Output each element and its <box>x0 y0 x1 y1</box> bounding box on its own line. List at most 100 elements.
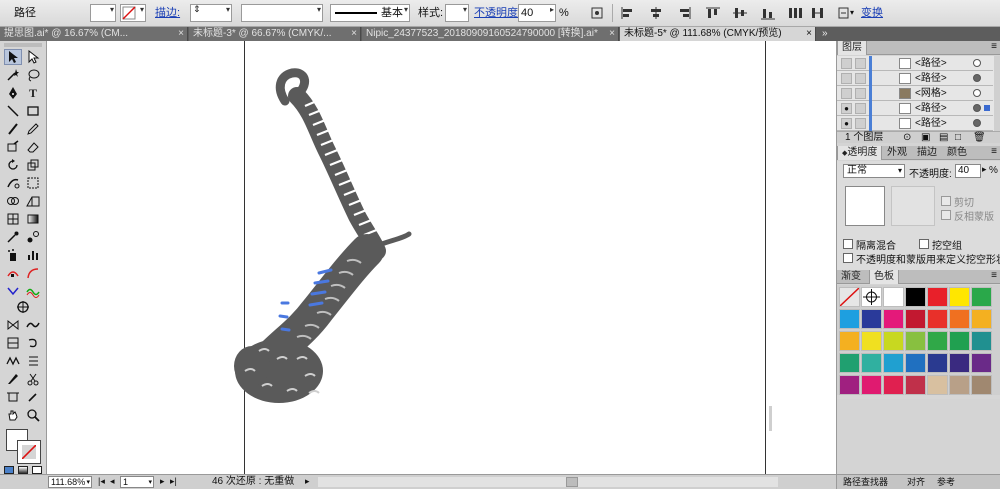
panel-menu-icon[interactable]: ≡ <box>991 146 997 157</box>
color-swatch[interactable] <box>971 287 992 307</box>
list-lines-icon[interactable] <box>24 353 42 369</box>
lock-icon[interactable] <box>855 73 866 84</box>
make-clipping-mask-icon[interactable]: ▣ <box>921 132 930 144</box>
variable-width-profile[interactable]: ▾ <box>241 4 323 22</box>
mask-thumbnail[interactable] <box>891 186 935 226</box>
layer-row[interactable]: <网格> <box>837 86 993 101</box>
align-bottom-icon[interactable] <box>760 6 776 20</box>
color-swatch[interactable] <box>839 331 860 351</box>
color-swatch[interactable] <box>971 375 992 395</box>
target-icon[interactable] <box>973 119 981 127</box>
tab-doc-2[interactable]: 未标题-3* @ 66.67% (CMYK/... × <box>189 27 361 41</box>
visibility-icon[interactable] <box>841 88 852 99</box>
color-swatch[interactable] <box>905 375 926 395</box>
new-layer-icon[interactable]: □ <box>955 132 961 144</box>
align-middle-icon[interactable] <box>732 6 748 20</box>
lock-icon[interactable] <box>855 88 866 99</box>
color-swatch[interactable] <box>927 287 948 307</box>
panel-menu-icon[interactable]: ≡ <box>991 270 997 281</box>
visibility-icon[interactable] <box>841 58 852 69</box>
color-swatch[interactable] <box>839 353 860 373</box>
type-tool-icon[interactable]: T <box>24 85 42 101</box>
color-swatch[interactable] <box>927 375 948 395</box>
zigzag-tool-icon[interactable] <box>4 353 22 369</box>
layer-row[interactable]: ● <路径> <box>837 101 993 116</box>
clip-checkbox[interactable] <box>941 196 951 206</box>
target-icon[interactable] <box>973 74 981 82</box>
visibility-icon[interactable]: ● <box>841 118 852 129</box>
align-center-icon[interactable] <box>648 6 664 20</box>
eyedropper-tool-icon[interactable] <box>4 229 22 245</box>
knockout-group-checkbox[interactable] <box>919 239 929 249</box>
recolor-artwork-icon[interactable] <box>590 6 606 20</box>
anchor-point-red-icon[interactable] <box>4 265 22 281</box>
color-swatch[interactable] <box>949 309 970 329</box>
stroke-weight-input[interactable]: ⇕ ▾ <box>190 4 232 22</box>
opacity-mask-knockout-checkbox[interactable] <box>843 253 853 263</box>
color-swatch[interactable] <box>971 353 992 373</box>
rotate-tool-icon[interactable] <box>4 157 22 173</box>
stroke-swatch[interactable] <box>17 440 41 464</box>
zoom-tool-icon[interactable] <box>24 407 42 423</box>
distribute-horizontal-icon[interactable] <box>810 6 826 20</box>
color-swatch[interactable] <box>971 331 992 351</box>
color-swatch[interactable] <box>861 331 882 351</box>
tab-color[interactable]: 颜色 <box>943 146 971 160</box>
transform-link[interactable]: 变换 <box>861 4 883 22</box>
visibility-icon[interactable] <box>841 73 852 84</box>
stroke-color-box[interactable]: ▾ <box>120 4 146 22</box>
first-page-icon[interactable]: |◂ <box>98 476 105 487</box>
zoom-select[interactable]: 111.68% ▾ <box>48 476 92 488</box>
locate-object-icon[interactable]: ⊙ <box>903 132 911 144</box>
color-swatch[interactable] <box>861 375 882 395</box>
status-menu-icon[interactable]: ▸ <box>305 476 310 487</box>
tab-doc-1[interactable]: 提思图.ai* @ 16.67% (CM... × <box>0 27 188 41</box>
brush-definition[interactable]: 基本 ▾ <box>330 4 410 22</box>
isolate-blending-checkbox[interactable] <box>843 239 853 249</box>
color-swatch[interactable] <box>839 309 860 329</box>
fill-color-box[interactable]: ▾ <box>90 4 116 22</box>
color-swatch[interactable] <box>905 331 926 351</box>
tab-swatches[interactable]: 色板 <box>869 270 899 284</box>
magic-wand-tool-icon[interactable] <box>4 67 22 83</box>
gradient-mode-icon[interactable] <box>18 466 28 474</box>
close-icon[interactable]: × <box>351 27 357 41</box>
close-icon[interactable]: × <box>609 27 615 41</box>
blend-tool-icon[interactable] <box>24 229 42 245</box>
shape-builder-tool-icon[interactable] <box>4 193 22 209</box>
vertical-scroll-thumb[interactable] <box>769 406 772 431</box>
color-swatch[interactable] <box>949 287 970 307</box>
color-swatch[interactable] <box>883 331 904 351</box>
none-mode-icon[interactable] <box>32 466 42 474</box>
color-swatch[interactable] <box>905 287 926 307</box>
registration-swatch[interactable] <box>861 287 882 307</box>
crosshair-target-icon[interactable] <box>14 299 32 315</box>
wave-green-icon[interactable] <box>24 283 42 299</box>
panel-menu-icon[interactable]: ≡ <box>991 41 997 52</box>
align-left-icon[interactable] <box>620 6 636 20</box>
color-swatch[interactable] <box>883 353 904 373</box>
tab-gradient[interactable]: 渐变 <box>837 270 865 284</box>
reference-tab[interactable]: 参考 <box>937 475 955 489</box>
next-page-icon[interactable]: ▸ <box>160 476 165 487</box>
mesh-tool-icon[interactable] <box>4 211 22 227</box>
panel-opacity-input[interactable]: 40 <box>955 164 981 178</box>
color-swatch[interactable] <box>861 309 882 329</box>
color-swatch[interactable] <box>905 353 926 373</box>
color-swatch[interactable] <box>883 375 904 395</box>
perspective-grid-tool-icon[interactable] <box>24 193 42 209</box>
tabs-overflow-icon[interactable]: » <box>822 27 828 41</box>
pathfinder-tab[interactable]: 路径查找器 <box>843 475 888 489</box>
horizontal-scrollbar[interactable] <box>318 477 778 487</box>
color-swatch[interactable] <box>949 353 970 373</box>
color-swatch[interactable] <box>949 331 970 351</box>
artboard-tool-icon[interactable] <box>4 389 22 405</box>
color-swatch[interactable] <box>927 331 948 351</box>
close-icon[interactable]: × <box>806 27 812 41</box>
last-page-icon[interactable]: ▸| <box>170 476 177 487</box>
prev-page-icon[interactable]: ◂ <box>110 476 115 487</box>
close-icon[interactable]: × <box>178 27 184 41</box>
blend-mode-select[interactable]: 正常 ▾ <box>843 164 905 178</box>
horizontal-scroll-thumb[interactable] <box>566 477 578 487</box>
artwork[interactable] <box>47 41 836 474</box>
